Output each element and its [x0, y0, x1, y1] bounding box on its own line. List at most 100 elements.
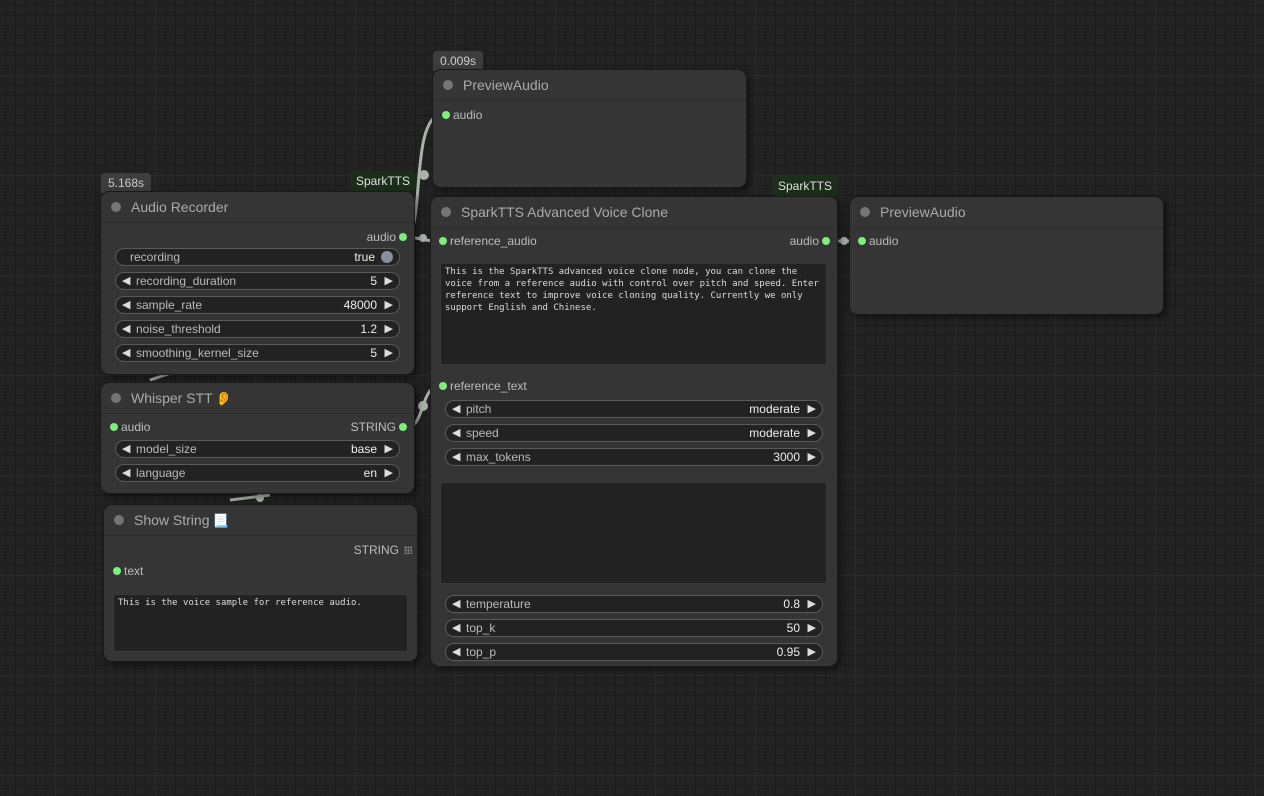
output-slot-audio[interactable]: audio: [790, 232, 830, 250]
decrement-arrow-icon[interactable]: ◀: [452, 621, 460, 634]
widget-label: max_tokens: [466, 450, 531, 464]
input-slot-text[interactable]: text: [113, 562, 143, 580]
input-slot-reference-audio[interactable]: reference_audio: [439, 232, 537, 250]
audio-recorder-node[interactable]: Audio Recorder audio recording true ◀ re…: [101, 192, 414, 374]
description-textarea[interactable]: This is the SparkTTS advanced voice clon…: [440, 263, 827, 365]
preview-audio-node-right[interactable]: PreviewAudio audio: [850, 197, 1163, 314]
decrement-arrow-icon[interactable]: ◀: [122, 298, 130, 311]
increment-arrow-icon[interactable]: ▶: [808, 621, 816, 634]
widget-label: top_p: [466, 645, 497, 659]
input-slot-audio[interactable]: audio: [442, 106, 482, 124]
noise-threshold-stepper[interactable]: ◀ noise_threshold 1.2 ▶: [115, 320, 400, 338]
decrement-arrow-icon[interactable]: ◀: [122, 322, 130, 335]
decrement-arrow-icon[interactable]: ◀: [452, 645, 460, 658]
collapse-dot-icon[interactable]: [860, 207, 870, 217]
node-title-bar[interactable]: SparkTTS Advanced Voice Clone: [431, 197, 837, 228]
smoothing-kernel-size-stepper[interactable]: ◀ smoothing_kernel_size 5 ▶: [115, 344, 400, 362]
show-string-textarea[interactable]: This is the voice sample for reference a…: [113, 594, 408, 652]
speed-select[interactable]: ◀ speed moderate ▶: [445, 424, 823, 442]
increment-arrow-icon[interactable]: ▶: [808, 645, 816, 658]
decrement-arrow-icon[interactable]: ◀: [452, 426, 460, 439]
decrement-arrow-icon[interactable]: ◀: [452, 450, 460, 463]
widget-label: pitch: [466, 402, 492, 416]
decrement-arrow-icon[interactable]: ◀: [452, 597, 460, 610]
model-size-select[interactable]: ◀ model_size base ▶: [115, 440, 400, 458]
widget-label: temperature: [466, 597, 531, 611]
increment-arrow-icon[interactable]: ▶: [808, 597, 816, 610]
increment-arrow-icon[interactable]: ▶: [808, 450, 816, 463]
collapse-dot-icon[interactable]: [443, 80, 453, 90]
whisper-stt-node[interactable]: Whisper STT 👂 audio STRING ◀ model_size b…: [101, 383, 414, 493]
top-p-stepper[interactable]: ◀ top_p 0.95 ▶: [445, 643, 823, 661]
node-title: PreviewAudio: [463, 77, 549, 93]
slot-label: audio: [869, 234, 899, 248]
increment-arrow-icon[interactable]: ▶: [385, 466, 393, 479]
increment-arrow-icon[interactable]: ▶: [385, 346, 393, 359]
preview-audio-node-top[interactable]: PreviewAudio audio: [433, 70, 746, 187]
output-slot-string[interactable]: STRING: [350, 418, 407, 436]
input-pin-icon[interactable]: [858, 237, 866, 245]
recording-toggle[interactable]: recording true: [115, 248, 400, 266]
temperature-stepper[interactable]: ◀ temperature 0.8 ▶: [445, 595, 823, 613]
collapse-dot-icon[interactable]: [111, 202, 121, 212]
input-pin-icon[interactable]: [113, 567, 121, 575]
max-tokens-stepper[interactable]: ◀ max_tokens 3000 ▶: [445, 448, 823, 466]
decrement-arrow-icon[interactable]: ◀: [122, 274, 130, 287]
grid-handle-icon[interactable]: [404, 546, 412, 554]
increment-arrow-icon[interactable]: ▶: [385, 322, 393, 335]
node-title-bar[interactable]: Whisper STT 👂: [101, 383, 414, 414]
input-pin-icon[interactable]: [442, 111, 450, 119]
sample-rate-stepper[interactable]: ◀ sample_rate 48000 ▶: [115, 296, 400, 314]
node-title-bar[interactable]: PreviewAudio: [433, 70, 746, 101]
collapse-dot-icon[interactable]: [111, 393, 121, 403]
slot-label: STRING: [350, 420, 396, 434]
input-pin-icon[interactable]: [439, 382, 447, 390]
input-pin-icon[interactable]: [110, 423, 118, 431]
language-select[interactable]: ◀ language en ▶: [115, 464, 400, 482]
node-title-bar[interactable]: PreviewAudio: [850, 197, 1163, 228]
node-title-bar[interactable]: Audio Recorder: [101, 192, 414, 223]
document-icon: 📃: [212, 513, 229, 528]
output-pin-icon[interactable]: [822, 237, 830, 245]
link-whisper-to-show-string: [229, 493, 271, 502]
slot-label: audio: [366, 230, 396, 244]
slot-label: reference_text: [450, 379, 527, 393]
toggle-knob-icon[interactable]: [381, 251, 393, 263]
output-pin-icon[interactable]: [399, 423, 407, 431]
widget-label: speed: [466, 426, 499, 440]
show-string-node[interactable]: Show String 📃 STRING text This is the voi…: [104, 505, 417, 661]
pitch-select[interactable]: ◀ pitch moderate ▶: [445, 400, 823, 418]
increment-arrow-icon[interactable]: ▶: [385, 274, 393, 287]
decrement-arrow-icon[interactable]: ◀: [122, 346, 130, 359]
slot-label: audio: [121, 420, 151, 434]
recording-duration-stepper[interactable]: ◀ recording_duration 5 ▶: [115, 272, 400, 290]
node-title-bar[interactable]: Show String 📃: [104, 505, 417, 536]
collapse-dot-icon[interactable]: [114, 515, 124, 525]
collapse-dot-icon[interactable]: [441, 207, 451, 217]
top-k-stepper[interactable]: ◀ top_k 50 ▶: [445, 619, 823, 637]
input-slot-audio[interactable]: audio: [110, 418, 151, 436]
input-slot-audio[interactable]: audio: [858, 232, 899, 250]
widget-label: top_k: [466, 621, 496, 635]
output-slot-string[interactable]: STRING: [354, 541, 412, 559]
decrement-arrow-icon[interactable]: ◀: [122, 442, 130, 455]
output-pin-icon[interactable]: [399, 233, 407, 241]
decrement-arrow-icon[interactable]: ◀: [122, 466, 130, 479]
sparktts-voice-clone-node[interactable]: SparkTTS Advanced Voice Clone reference_…: [431, 197, 837, 666]
node-title: SparkTTS Advanced Voice Clone: [461, 204, 669, 220]
link-reroute-dot: [418, 401, 428, 411]
widget-label: sample_rate: [136, 298, 203, 312]
input-pin-icon[interactable]: [439, 237, 447, 245]
increment-arrow-icon[interactable]: ▶: [385, 442, 393, 455]
output-slot-audio[interactable]: audio: [366, 228, 407, 246]
widget-value: 0.95: [776, 645, 800, 659]
decrement-arrow-icon[interactable]: ◀: [452, 402, 460, 415]
widget-value: 50: [786, 621, 800, 635]
node-title: Whisper STT: [131, 390, 213, 406]
increment-arrow-icon[interactable]: ▶: [808, 426, 816, 439]
reference-text-textarea[interactable]: [440, 482, 827, 584]
input-slot-reference-text[interactable]: reference_text: [439, 377, 527, 395]
increment-arrow-icon[interactable]: ▶: [808, 402, 816, 415]
increment-arrow-icon[interactable]: ▶: [385, 298, 393, 311]
widget-label: recording_duration: [136, 274, 237, 288]
